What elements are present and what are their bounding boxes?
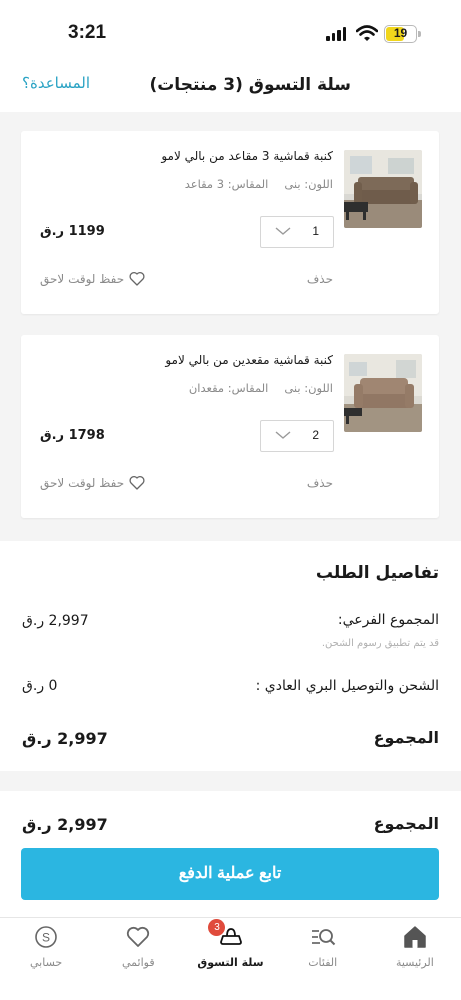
- categories-search-icon: [311, 929, 335, 946]
- header: سلة التسوق (3 منتجات) المساعدة؟: [0, 60, 461, 112]
- heart-icon: [127, 926, 150, 947]
- chevron-down-icon: [275, 431, 291, 439]
- account-coin-icon: S: [35, 926, 57, 948]
- nav-cart-label: سلة التسوق: [197, 956, 264, 969]
- nav-account[interactable]: S حسابي: [0, 918, 92, 1000]
- total-label: المجموع: [373, 728, 439, 747]
- subtotal-label: المجموع الفرعي:: [337, 612, 439, 628]
- subtotal-value: 2,997 ر.ق: [22, 613, 89, 629]
- nav-home[interactable]: الرئيسية: [369, 918, 461, 1000]
- nav-lists[interactable]: قوائمي: [92, 918, 184, 1000]
- checkout-total-label: المجموع: [373, 814, 439, 833]
- home-icon: [404, 926, 426, 948]
- bottom-navigation: الرئيسية الفئات 3 سلة التسوق قوائمي S حس…: [0, 917, 461, 1000]
- quantity-value: 2: [312, 428, 319, 442]
- nav-categories[interactable]: الفئات: [277, 918, 369, 1000]
- delete-button[interactable]: حذف: [307, 476, 333, 490]
- cart-item: كنبة قماشية مقعدين من بالي لامو اللون: ب…: [21, 335, 439, 518]
- delete-button[interactable]: حذف: [307, 272, 333, 286]
- chevron-down-icon: [275, 227, 291, 235]
- help-link[interactable]: المساعدة؟: [22, 74, 90, 92]
- product-price: 1798 ر.ق: [40, 428, 105, 443]
- save-for-later-label: حفظ لوقت لاحق: [40, 271, 125, 286]
- shipping-value: 0 ر.ق: [22, 678, 58, 694]
- proceed-to-checkout-button[interactable]: تابع عملية الدفع: [21, 848, 439, 900]
- nav-lists-label: قوائمي: [121, 956, 155, 969]
- shipping-note: قد يتم تطبيق رسوم الشحن.: [321, 638, 439, 649]
- save-for-later-button[interactable]: حفظ لوقت لاحق: [40, 475, 145, 490]
- wifi-icon: [356, 25, 378, 41]
- status-time: 3:21: [68, 22, 107, 43]
- order-details: تفاصيل الطلب المجموع الفرعي: 2,997 ر.ق ق…: [0, 541, 461, 771]
- nav-categories-label: الفئات: [308, 956, 338, 969]
- order-details-title: تفاصيل الطلب: [315, 563, 439, 583]
- nav-home-label: الرئيسية: [395, 956, 434, 969]
- product-size: المقاس: مقعدان: [188, 381, 269, 395]
- product-name[interactable]: كنبة قماشية مقعدين من بالي لامو: [165, 353, 333, 367]
- svg-text:S: S: [42, 931, 50, 945]
- product-name[interactable]: كنبة قماشية 3 مقاعد من بالي لامو: [161, 149, 333, 163]
- save-for-later-label: حفظ لوقت لاحق: [40, 475, 125, 490]
- cart-items-area: كنبة قماشية 3 مقاعد من بالي لامو اللون: …: [0, 112, 461, 541]
- sofa-3-seater-icon[interactable]: [344, 150, 422, 228]
- status-bar: 3:21 19: [0, 0, 461, 60]
- heart-icon: [129, 475, 145, 490]
- signal-icon: [326, 27, 346, 41]
- nav-cart[interactable]: 3 سلة التسوق: [184, 918, 276, 1000]
- nav-account-label: حسابي: [29, 956, 63, 969]
- section-divider: [0, 771, 461, 791]
- battery-level: 19: [393, 26, 408, 40]
- sofa-2-seater-icon[interactable]: [344, 354, 422, 432]
- quantity-select[interactable]: 1: [260, 216, 334, 248]
- checkout-total-value: 2,997 ر.ق: [22, 815, 108, 834]
- product-size: المقاس: 3 مقاعد: [184, 177, 269, 191]
- page-title: سلة التسوق (3 منتجات): [149, 75, 351, 95]
- checkout-bar: المجموع 2,997 ر.ق تابع عملية الدفع: [0, 791, 461, 917]
- save-for-later-button[interactable]: حفظ لوقت لاحق: [40, 271, 145, 286]
- heart-icon: [129, 271, 145, 286]
- cart-item: كنبة قماشية 3 مقاعد من بالي لامو اللون: …: [21, 131, 439, 314]
- product-price: 1199 ر.ق: [40, 224, 105, 239]
- product-color: اللون: بنى: [284, 381, 333, 395]
- quantity-value: 1: [312, 224, 319, 238]
- quantity-select[interactable]: 2: [260, 420, 334, 452]
- battery-icon: 19: [384, 25, 421, 43]
- product-color: اللون: بنى: [284, 177, 333, 191]
- shipping-label: الشحن والتوصيل البري العادي :: [255, 678, 439, 694]
- total-value: 2,997 ر.ق: [22, 729, 108, 748]
